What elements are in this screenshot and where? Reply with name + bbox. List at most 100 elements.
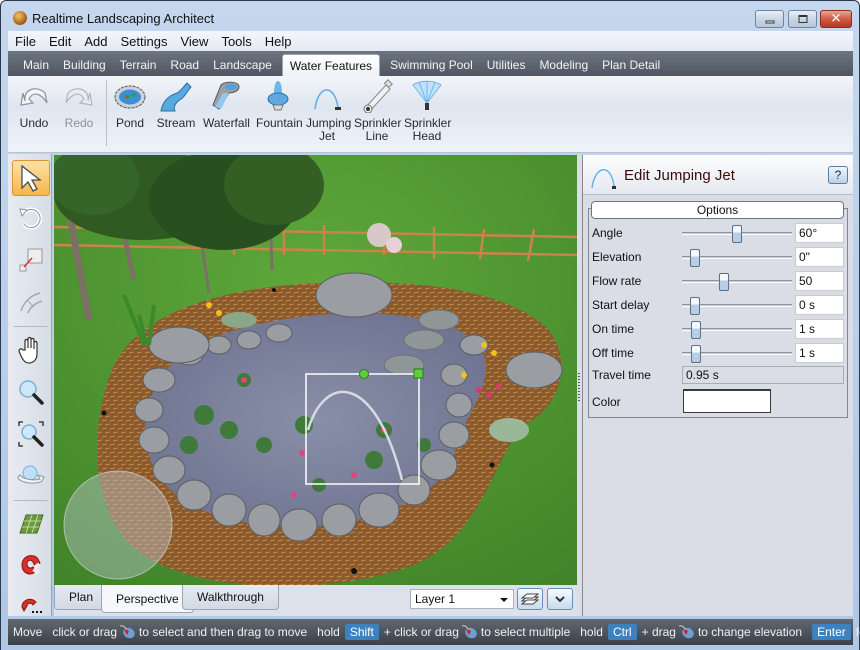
maximize-button[interactable] — [788, 10, 817, 28]
flow-rate-slider-thumb[interactable] — [718, 273, 729, 291]
close-button[interactable]: ✕ — [820, 10, 852, 28]
off-time-input[interactable]: 1 s — [795, 343, 844, 363]
tab-landscape[interactable]: Landscape — [206, 54, 279, 76]
layers-button[interactable] — [517, 588, 543, 610]
menu-file[interactable]: File — [8, 34, 42, 49]
properties-panel: Edit Jumping Jet ? Options Angle 60° Ele… — [582, 155, 853, 616]
jumping-jet-label-2: Jet — [318, 129, 335, 143]
ribbon-tabs: Main Building Terrain Road Landscape Wat… — [8, 51, 853, 76]
tab-main[interactable]: Main — [16, 54, 56, 76]
view-tab-plan[interactable]: Plan — [54, 585, 109, 610]
waterfall-label: Waterfall — [203, 116, 250, 130]
redo-button[interactable]: Redo — [59, 79, 99, 130]
undo-button[interactable]: Undo — [14, 79, 54, 130]
rotate-handle[interactable] — [359, 369, 369, 379]
options-group-header[interactable]: Options — [591, 201, 844, 219]
jumping-jet-button[interactable]: Jumping Jet — [306, 79, 351, 143]
elevation-input[interactable]: 0" — [795, 247, 844, 267]
start-delay-input[interactable]: 0 s — [795, 295, 844, 315]
travel-time-value: 0.95 s — [682, 366, 844, 384]
angle-slider-thumb[interactable] — [732, 225, 742, 243]
tab-building[interactable]: Building — [56, 54, 113, 76]
tab-plan-detail[interactable]: Plan Detail — [595, 54, 667, 76]
pan-tool-button[interactable] — [12, 332, 50, 368]
on-time-input[interactable]: 1 s — [795, 319, 844, 339]
status-hint-text: to select multiple — [480, 625, 571, 639]
status-hint-text: to change elevation — [697, 625, 803, 639]
property-elevation: Elevation 0" — [592, 247, 847, 267]
grid-icon — [19, 514, 44, 534]
jumping-jet-icon — [591, 169, 616, 189]
angle-slider[interactable] — [682, 225, 792, 243]
app-logo-icon — [13, 11, 27, 25]
viewport-options-button[interactable] — [547, 588, 573, 610]
splitter-grip[interactable] — [578, 373, 580, 403]
off-time-slider-thumb[interactable] — [691, 345, 702, 363]
off-time-slider[interactable] — [682, 345, 792, 363]
start-delay-slider[interactable] — [682, 297, 792, 315]
menu-tools[interactable]: Tools — [214, 34, 257, 49]
property-angle: Angle 60° — [592, 223, 847, 243]
curve-icon — [20, 292, 43, 314]
layer-dropdown[interactable]: Layer 1 — [410, 589, 514, 609]
grid-tool-button[interactable] — [12, 506, 50, 542]
on-time-slider[interactable] — [682, 321, 792, 339]
menu-view[interactable]: View — [173, 34, 214, 49]
select-tool-button[interactable] — [12, 160, 50, 196]
stream-icon — [159, 79, 193, 113]
status-hint-text: + click or drag — [383, 625, 459, 639]
zoom-extents-button[interactable] — [12, 416, 50, 452]
pond-button[interactable]: Pond — [112, 79, 148, 130]
status-hint-text: for keyboard — [855, 625, 860, 639]
orbit-tool-button[interactable] — [12, 458, 50, 494]
color-label: Color — [592, 395, 621, 409]
menu-bar: File Edit Add Settings View Tools Help — [8, 31, 853, 51]
menu-help[interactable]: Help — [258, 34, 298, 49]
snap-tool-button[interactable] — [12, 546, 50, 582]
tab-terrain[interactable]: Terrain — [113, 54, 164, 76]
undo-label: Undo — [19, 116, 49, 130]
tab-road[interactable]: Road — [163, 54, 206, 76]
waterfall-button[interactable]: Waterfall — [203, 79, 250, 130]
elevation-slider[interactable] — [682, 249, 792, 267]
resize-handle[interactable] — [413, 368, 424, 379]
stream-button[interactable]: Stream — [156, 79, 196, 130]
sprinkler-line-button[interactable]: Sprinkler Line — [354, 79, 401, 143]
zoom-magnifier-icon — [19, 380, 44, 405]
flow-rate-slider[interactable] — [682, 273, 792, 291]
rotate-tool-button[interactable] — [12, 200, 50, 236]
angle-input[interactable]: 60° — [795, 223, 844, 243]
on-time-label: On time — [592, 322, 635, 336]
ribbon-separator — [106, 80, 107, 146]
status-mode: Move — [13, 625, 43, 639]
status-hint-elevation: hold Ctrl + drag to change elevation — [575, 619, 807, 645]
tab-modeling[interactable]: Modeling — [532, 54, 595, 76]
elevation-slider-thumb[interactable] — [690, 249, 701, 267]
start-delay-slider-thumb[interactable] — [690, 297, 701, 315]
help-button[interactable]: ? — [828, 166, 848, 184]
menu-add[interactable]: Add — [77, 34, 113, 49]
tab-utilities[interactable]: Utilities — [480, 54, 533, 76]
view-tab-perspective[interactable]: Perspective — [101, 585, 194, 613]
view-tab-walkthrough[interactable]: Walkthrough — [182, 585, 279, 610]
curve-tool-button[interactable] — [12, 284, 50, 320]
chevron-down-icon — [555, 596, 565, 603]
property-travel-time: Travel time 0.95 s — [592, 365, 847, 385]
status-bar: Move click or drag to select and then dr… — [8, 619, 860, 645]
tab-water-features[interactable]: Water Features — [281, 54, 381, 76]
menu-settings[interactable]: Settings — [114, 34, 174, 49]
flow-rate-input[interactable]: 50 — [795, 271, 844, 291]
snap-options-button[interactable] — [12, 584, 50, 620]
fountain-button[interactable]: Fountain — [256, 79, 303, 130]
menu-edit[interactable]: Edit — [42, 34, 77, 49]
tab-swimming-pool[interactable]: Swimming Pool — [383, 54, 480, 76]
zoom-tool-button[interactable] — [12, 374, 50, 410]
sprinkler-head-button[interactable]: Sprinkler Head — [404, 79, 451, 143]
perspective-viewport[interactable] — [54, 155, 577, 585]
minimize-button[interactable] — [755, 10, 784, 28]
on-time-slider-thumb[interactable] — [691, 321, 702, 339]
color-swatch[interactable] — [683, 389, 771, 413]
jumping-jet-icon — [310, 79, 344, 113]
resize-tool-button[interactable] — [12, 242, 50, 278]
navigation-orb[interactable] — [63, 470, 173, 580]
